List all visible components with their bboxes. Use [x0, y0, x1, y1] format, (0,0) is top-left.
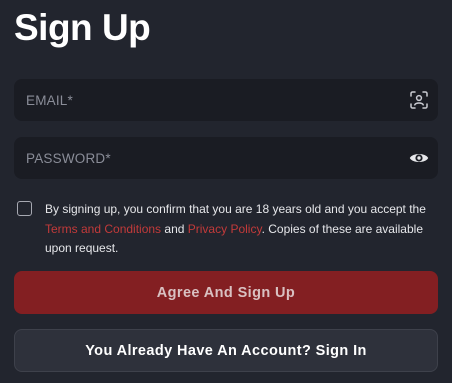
page-title: Sign Up [14, 7, 151, 48]
terms-checkbox[interactable] [17, 201, 32, 216]
face-scan-icon[interactable] [409, 90, 429, 110]
eye-icon[interactable] [409, 148, 429, 168]
privacy-policy-link[interactable]: Privacy Policy [188, 222, 262, 236]
terms-text-and: and [161, 221, 188, 236]
terms-and-conditions-link[interactable]: Terms and Conditions [45, 222, 161, 236]
email-field[interactable] [14, 79, 438, 121]
password-input[interactable] [14, 137, 394, 179]
agree-and-sign-up-button[interactable]: Agree And Sign Up [14, 271, 438, 314]
terms-text: By signing up, you confirm that you are … [45, 200, 437, 259]
email-input[interactable] [14, 79, 394, 121]
sign-up-page: Sign Up By signing up, you confirm that … [0, 0, 452, 383]
password-field[interactable] [14, 137, 438, 179]
terms-text-before: By signing up, you confirm that you are … [45, 202, 426, 216]
sign-in-button[interactable]: You Already Have An Account? Sign In [14, 329, 438, 372]
